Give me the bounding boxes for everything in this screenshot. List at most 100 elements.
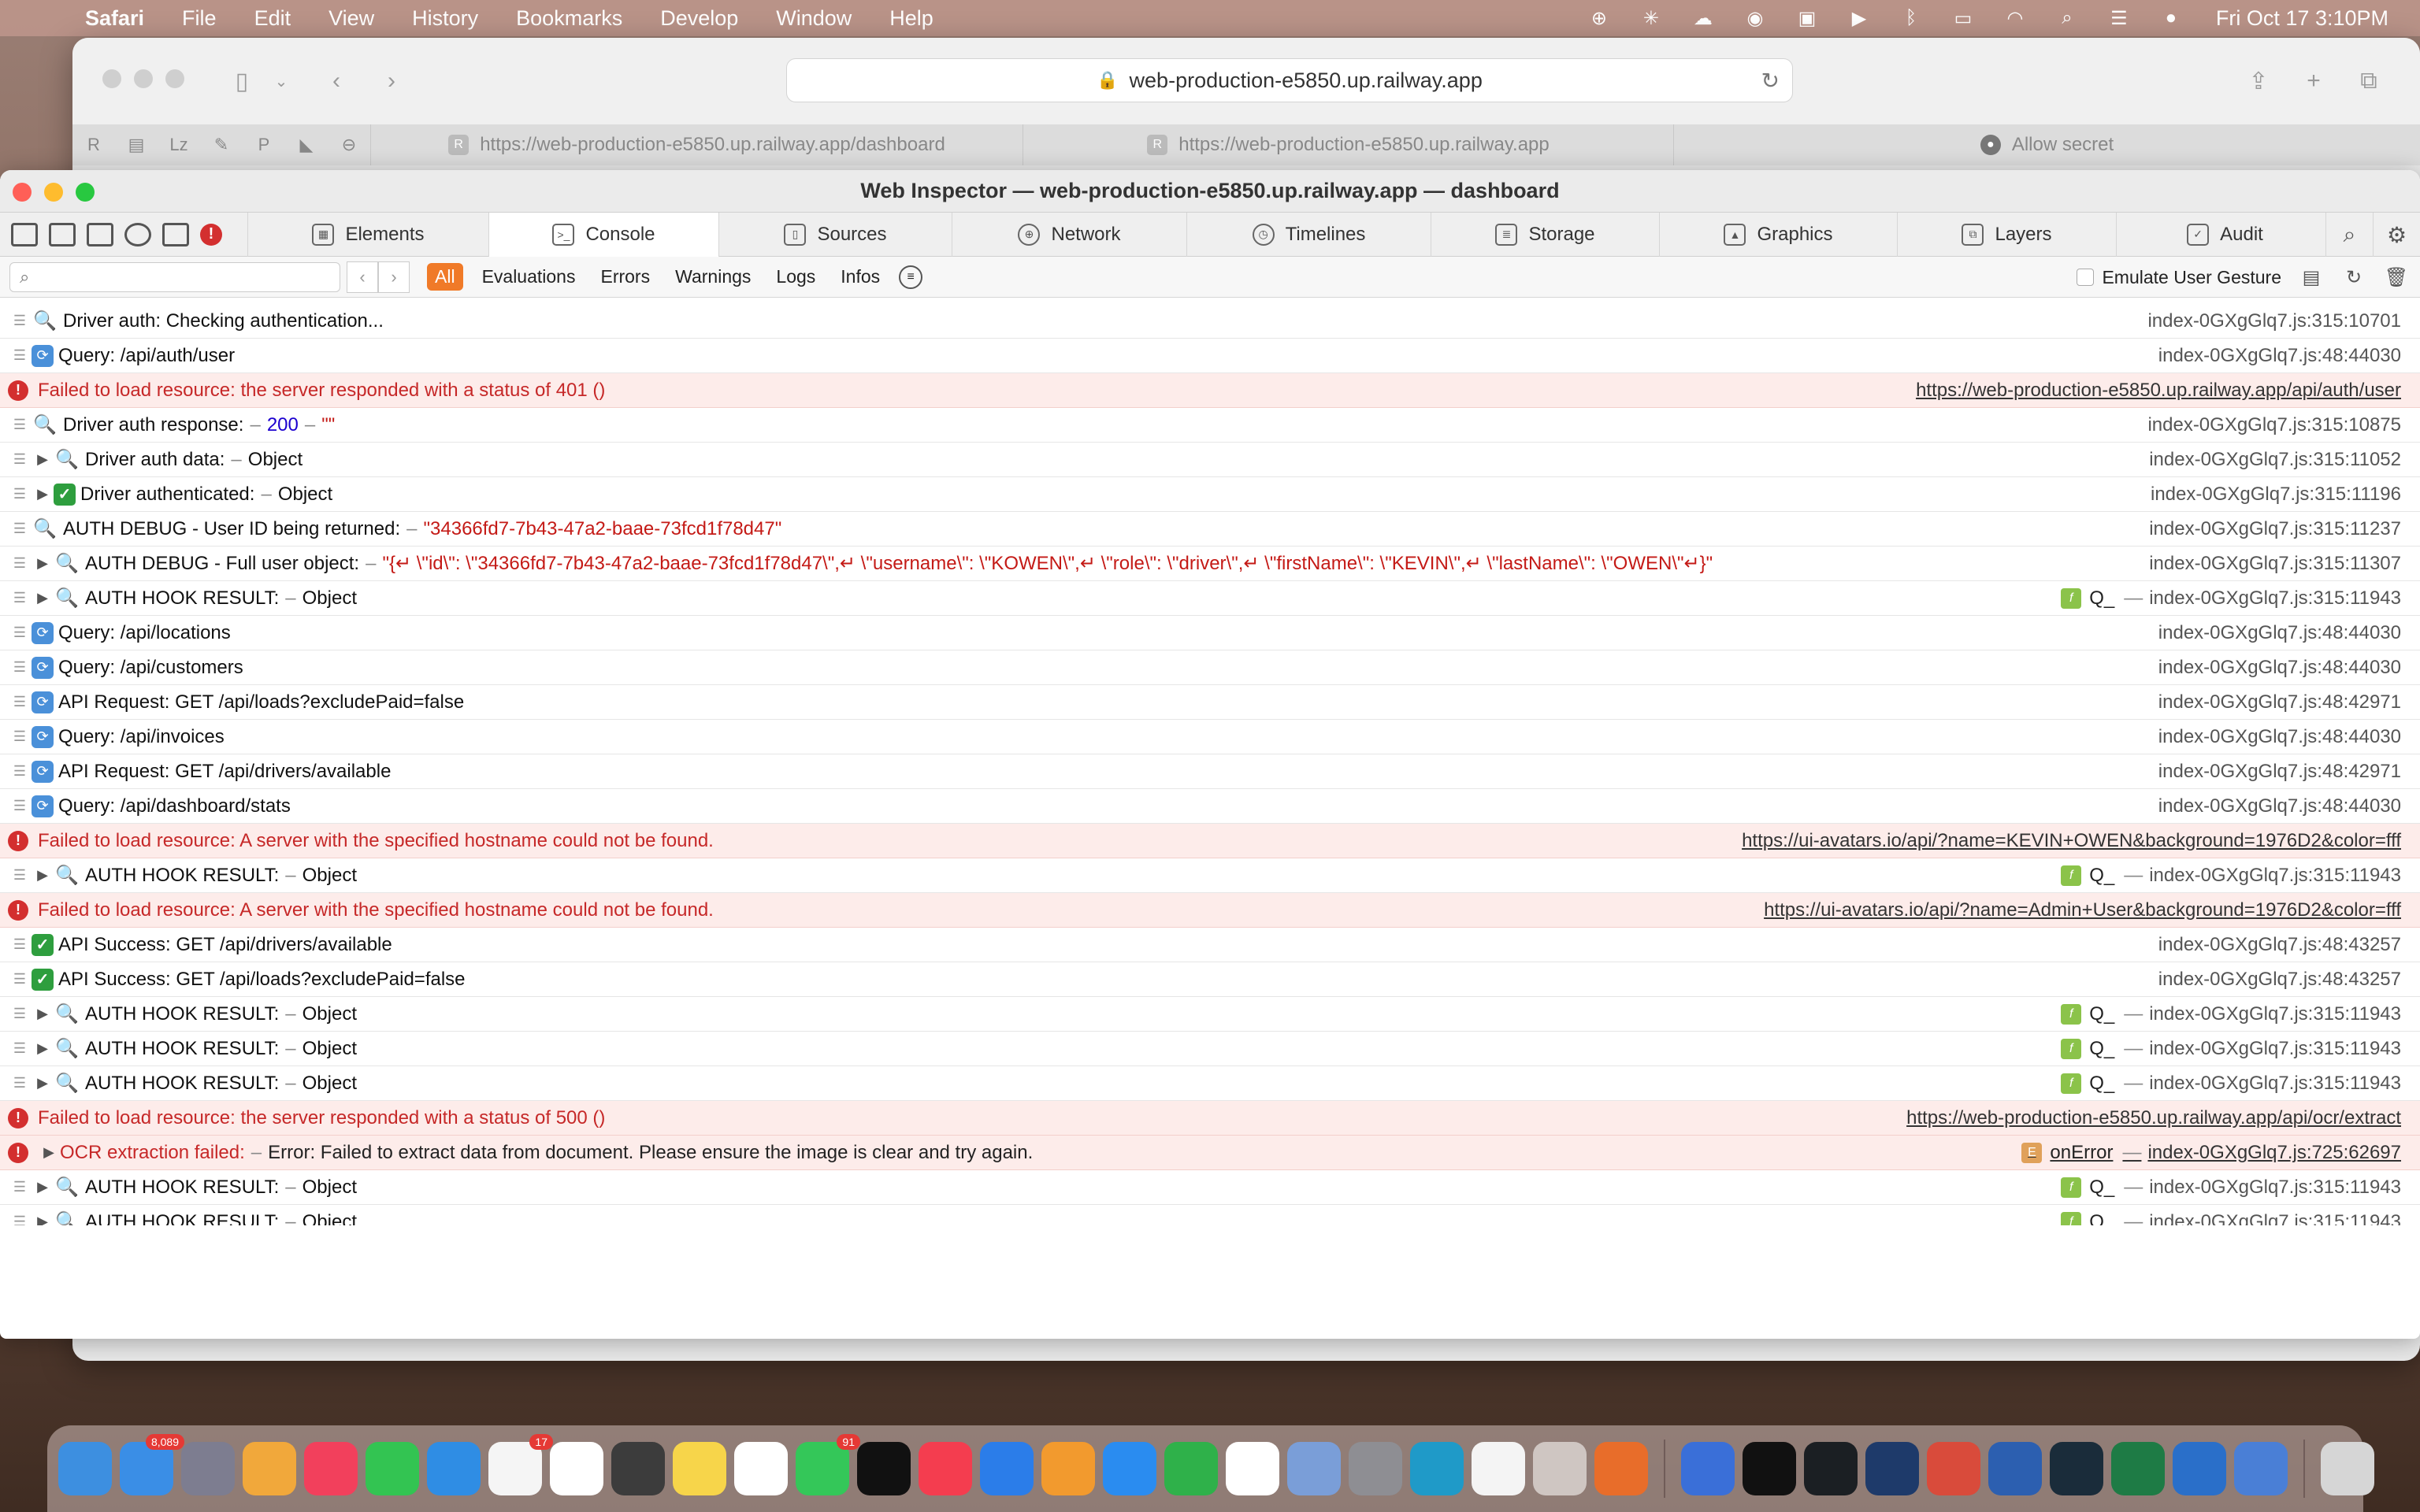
source-location[interactable]: f Q_ — index-0GXgGlq7.js:315:11943	[2061, 587, 2401, 610]
menu-file[interactable]: File	[182, 6, 217, 31]
pinned-tab-lz[interactable]: Lz	[158, 124, 200, 165]
clear-console-icon[interactable]: 🗑	[2384, 265, 2409, 290]
snowflake-icon[interactable]: ✳	[1638, 6, 1665, 30]
disclosure-triangle[interactable]: ▶	[32, 451, 54, 468]
source-location[interactable]: index-0GXgGlq7.js:315:10875	[2147, 414, 2401, 436]
message-object[interactable]: Object	[302, 865, 357, 887]
chatgpt-tray-icon[interactable]: ◉	[1742, 6, 1769, 30]
source-location[interactable]: https://ui-avatars.io/api/?name=KEVIN+OW…	[1742, 830, 2401, 852]
tab-layers[interactable]: ⧉ Layers	[1897, 212, 2116, 257]
message-object[interactable]: Object	[302, 1211, 357, 1226]
chevron-down-icon[interactable]: ⌄	[262, 61, 301, 101]
source-link[interactable]: index-0GXgGlq7.js:48:44030	[2158, 657, 2401, 679]
share-icon[interactable]: ⇪	[2239, 61, 2278, 101]
search-icon[interactable]: ⌕	[2054, 6, 2080, 30]
source-location[interactable]: index-0GXgGlq7.js:48:44030	[2158, 345, 2401, 367]
tab-elements[interactable]: ▦ Elements	[247, 212, 488, 257]
dock-finder-icon[interactable]	[58, 1442, 112, 1495]
tab-dashboard[interactable]: R https://web-production-e5850.up.railwa…	[370, 124, 1023, 165]
source-location[interactable]: index-0GXgGlq7.js:315:11196	[2151, 484, 2401, 506]
menu-window[interactable]: Window	[776, 6, 852, 31]
dock-messages-icon[interactable]: 91	[796, 1434, 860, 1495]
pinned-tab-circle[interactable]: ⊖	[328, 124, 370, 165]
dock-news-icon[interactable]	[919, 1442, 972, 1495]
dock-calendar-icon[interactable]	[550, 1442, 603, 1495]
source-link[interactable]: https://ui-avatars.io/api/?name=Admin+Us…	[1764, 899, 2401, 921]
tab-audit[interactable]: ✓ Audit	[2116, 212, 2333, 257]
pinned-tab-draw[interactable]: ✎	[200, 124, 243, 165]
sidebar-toggle-icon[interactable]: ▯	[222, 61, 262, 101]
disclosure-triangle[interactable]: ▶	[32, 486, 54, 502]
source-location[interactable]: f Q_ — index-0GXgGlq7.js:315:11943	[2061, 1177, 2401, 1199]
tab-graphics[interactable]: ▲ Graphics	[1659, 212, 1897, 257]
source-location[interactable]: f Q_ — index-0GXgGlq7.js:315:11943	[2061, 1073, 2401, 1095]
filter-errors[interactable]: Errors	[592, 263, 658, 291]
dock-launchpad-icon[interactable]	[181, 1442, 235, 1495]
console-filter-input[interactable]: ⌕	[9, 261, 340, 292]
close-button[interactable]	[13, 183, 32, 202]
dock-trash-icon[interactable]	[2321, 1442, 2374, 1495]
device-icon[interactable]	[162, 222, 189, 246]
message-object[interactable]: Object	[302, 1073, 357, 1095]
forward-button[interactable]: ›	[372, 61, 411, 101]
disclosure-triangle[interactable]: ▶	[32, 867, 54, 884]
tab-storage[interactable]: ≣ Storage	[1431, 212, 1659, 257]
source-link[interactable]: index-0GXgGlq7.js:315:11943	[2149, 1073, 2401, 1095]
pinned-tab-doc[interactable]: ▤	[115, 124, 158, 165]
dock-bottom-icon[interactable]	[49, 222, 76, 246]
address-bar[interactable]: 🔒 web-production-e5850.up.railway.app ↻	[786, 58, 1793, 102]
source-link[interactable]: index-0GXgGlq7.js:48:42971	[2158, 691, 2401, 713]
close-button[interactable]	[102, 69, 121, 88]
dock-photos-icon[interactable]	[243, 1442, 296, 1495]
source-location[interactable]: index-0GXgGlq7.js:48:44030	[2158, 795, 2401, 817]
source-location[interactable]: https://ui-avatars.io/api/?name=Admin+Us…	[1764, 899, 2401, 921]
previous-match-button[interactable]: ‹	[347, 261, 378, 293]
dock-chatgpt-icon[interactable]	[1743, 1442, 1796, 1495]
dock-music-icon[interactable]	[304, 1442, 358, 1495]
message-object[interactable]: Object	[278, 484, 332, 506]
element-picker-icon[interactable]	[124, 222, 151, 246]
menu-history[interactable]: History	[412, 6, 478, 31]
source-link[interactable]: index-0GXgGlq7.js:48:44030	[2158, 726, 2401, 748]
dock-right-icon[interactable]	[87, 222, 113, 246]
menu-edit[interactable]: Edit	[254, 6, 291, 31]
dock-chrome-icon[interactable]	[1472, 1442, 1525, 1495]
source-link[interactable]: index-0GXgGlq7.js:48:44030	[2158, 795, 2401, 817]
source-location[interactable]: index-0GXgGlq7.js:48:43257	[2158, 969, 2401, 991]
disclosure-triangle[interactable]: ▶	[32, 1075, 54, 1091]
dock-vpn-icon[interactable]	[1865, 1442, 1919, 1495]
game-controller-icon[interactable]: ⊕	[1586, 6, 1613, 30]
dock-outlook-icon[interactable]	[2173, 1442, 2226, 1495]
disclosure-triangle[interactable]: ▶	[32, 590, 54, 606]
source-location[interactable]: index-0GXgGlq7.js:48:43257	[2158, 934, 2401, 956]
tab-overview-icon[interactable]: ⧉	[2349, 61, 2388, 101]
dock-excel-icon[interactable]	[2111, 1442, 2165, 1495]
minimize-button[interactable]	[134, 69, 153, 88]
dock-github-icon[interactable]	[1804, 1442, 1858, 1495]
source-location[interactable]: index-0GXgGlq7.js:48:42971	[2158, 761, 2401, 783]
dock-system-settings-icon[interactable]	[1349, 1442, 1402, 1495]
source-link[interactable]: index-0GXgGlq7.js:315:11943	[2149, 1038, 2401, 1060]
dock-notes-icon[interactable]	[673, 1442, 726, 1495]
source-location[interactable]: f Q_ — index-0GXgGlq7.js:315:11943	[2061, 1038, 2401, 1060]
source-link[interactable]: index-0GXgGlq7.js:315:11943	[2149, 1177, 2401, 1199]
dock-keynote-icon[interactable]	[980, 1442, 1034, 1495]
next-match-button[interactable]: ›	[378, 261, 410, 293]
source-link[interactable]: index-0GXgGlq7.js:48:43257	[2158, 934, 2401, 956]
dock-firefox-icon[interactable]	[1594, 1442, 1648, 1495]
dock-mail-icon[interactable]: 8,089	[120, 1434, 184, 1495]
pinned-tab-r[interactable]: R	[72, 124, 115, 165]
dock-reminders-icon[interactable]: 17	[488, 1434, 553, 1495]
filter-warnings[interactable]: Warnings	[667, 263, 759, 291]
source-link[interactable]: index-0GXgGlq7.js:315:11196	[2151, 484, 2401, 506]
source-location[interactable]: index-0GXgGlq7.js:48:42971	[2158, 691, 2401, 713]
bluetooth-icon[interactable]: ᛒ	[1898, 6, 1924, 30]
filter-evaluations[interactable]: Evaluations	[474, 263, 584, 291]
source-link[interactable]: index-0GXgGlq7.js:48:43257	[2158, 969, 2401, 991]
dock-mail-drop-icon[interactable]	[2234, 1442, 2288, 1495]
dock-numbers-icon[interactable]	[1164, 1442, 1218, 1495]
disclosure-triangle[interactable]: ▶	[32, 555, 54, 572]
source-link[interactable]: index-0GXgGlq7.js:48:44030	[2158, 345, 2401, 367]
dock-edge-icon[interactable]	[1410, 1442, 1464, 1495]
dock-freeform-icon[interactable]	[734, 1442, 788, 1495]
